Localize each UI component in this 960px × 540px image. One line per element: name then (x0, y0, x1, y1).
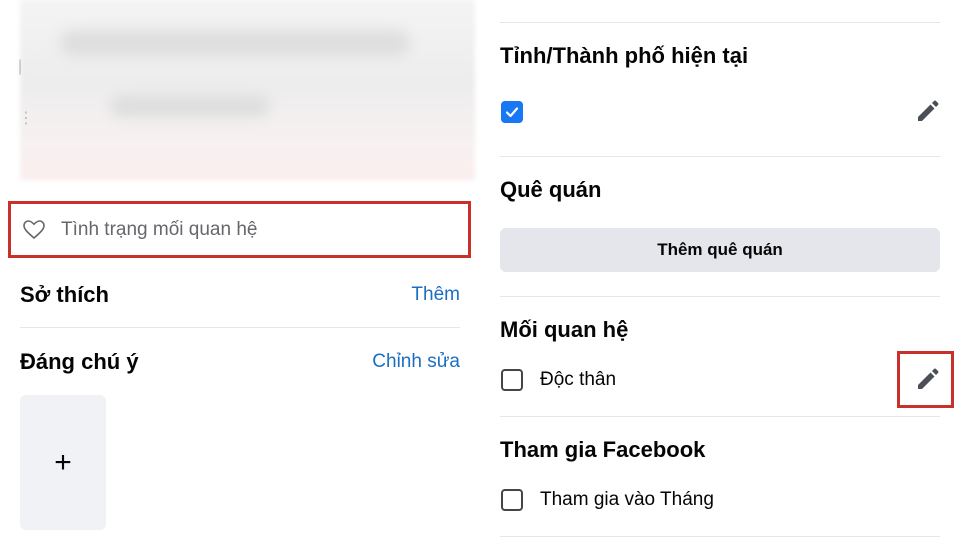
add-featured-button[interactable]: + (20, 395, 106, 530)
edge-glyph: ⋮ (18, 110, 34, 127)
edit-featured-link[interactable]: Chỉnh sửa (372, 351, 460, 373)
blurred-line (110, 95, 270, 117)
relationship-status-row[interactable]: Tình trạng mối quan hệ (8, 201, 471, 258)
divider (500, 416, 940, 417)
divider (500, 156, 940, 157)
current-city-title: Tỉnh/Thành phố hiện tại (500, 43, 749, 68)
pencil-icon[interactable] (913, 366, 941, 394)
divider (500, 536, 940, 537)
single-label: Độc thân (540, 369, 617, 390)
current-city-checkbox[interactable] (501, 101, 523, 123)
heart-outline-icon (23, 219, 45, 239)
divider (500, 22, 940, 23)
edge-glyph: | (18, 58, 23, 75)
featured-title: Đáng chú ý (20, 349, 139, 374)
single-checkbox[interactable] (501, 369, 523, 391)
pencil-icon[interactable] (913, 98, 941, 126)
add-hometown-button[interactable]: Thêm quê quán (500, 228, 940, 272)
left-panel: | ⋮ Tình trạng mối quan hệ Sở thích Thêm… (0, 0, 480, 540)
relationship-title: Mối quan hệ (500, 317, 629, 342)
divider (500, 296, 940, 297)
interests-title: Sở thích (20, 282, 109, 307)
blurred-profile-info (20, 0, 475, 180)
joined-checkbox[interactable] (501, 489, 523, 511)
divider (20, 327, 460, 328)
joined-label: Tham gia vào Tháng (540, 489, 714, 510)
right-panel: Tỉnh/Thành phố hiện tại Quê quán Thêm qu… (480, 0, 960, 540)
joined-facebook-title: Tham gia Facebook (500, 437, 706, 462)
plus-icon: + (54, 445, 72, 479)
featured-row: Đáng chú ý Chỉnh sửa (20, 349, 460, 375)
hometown-title: Quê quán (500, 177, 602, 202)
interests-row: Sở thích Thêm (20, 282, 460, 308)
add-interests-link[interactable]: Thêm (411, 284, 460, 306)
blurred-line (60, 30, 410, 56)
relationship-status-label: Tình trạng mối quan hệ (61, 218, 258, 240)
check-icon (505, 107, 519, 118)
